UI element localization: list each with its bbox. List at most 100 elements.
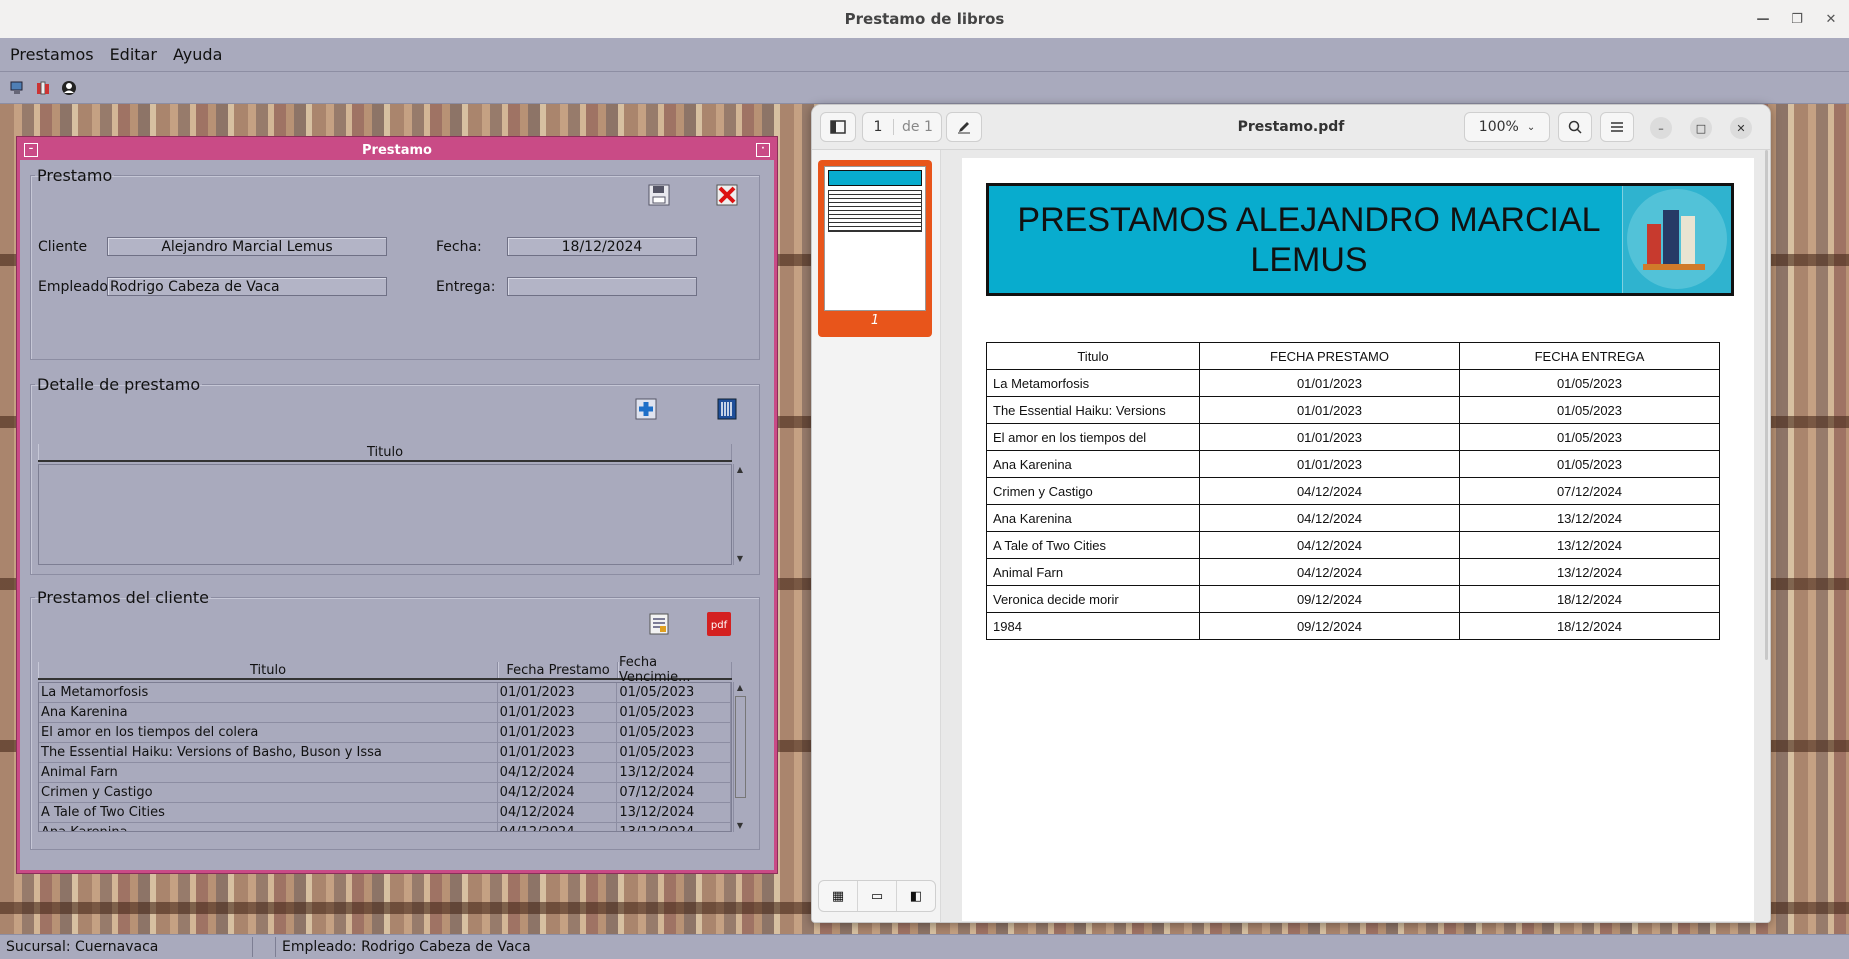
cell-fecha-prestamo: 01/01/2023: [498, 683, 618, 702]
table-row[interactable]: Crimen y Castigo 04/12/2024 07/12/2024: [39, 783, 731, 803]
delete-button[interactable]: [714, 182, 740, 208]
pdf-cell-fecha-entrega: 01/05/2023: [1459, 423, 1720, 451]
cell-titulo: La Metamorfosis: [39, 683, 498, 702]
frame-menu-icon[interactable]: –: [24, 143, 38, 157]
scroll-up-icon[interactable]: ▲: [734, 464, 746, 476]
cell-fecha-prestamo: 04/12/2024: [498, 803, 618, 822]
toolbar: [0, 72, 1849, 104]
pdf-cell-titulo: 1984: [986, 612, 1200, 640]
annotations-view-icon[interactable]: ▭: [858, 881, 897, 911]
remove-book-button[interactable]: [714, 396, 740, 422]
table-row[interactable]: Ana Karenina 01/01/2023 01/05/2023: [39, 703, 731, 723]
zoom-select[interactable]: 100% ⌄: [1464, 112, 1550, 142]
report-button[interactable]: [646, 611, 672, 637]
pdf-cell-fecha-entrega: 01/05/2023: [1459, 369, 1720, 397]
restore-icon[interactable]: ❐: [1787, 9, 1807, 29]
pdf-header-titulo: Titulo: [986, 342, 1200, 370]
page-thumbnail[interactable]: 1: [818, 160, 932, 337]
frame-close-icon[interactable]: ·: [756, 143, 770, 157]
computer-icon[interactable]: [8, 79, 26, 97]
pdf-cell-fecha-prestamo: 04/12/2024: [1199, 477, 1460, 505]
pdf-cell-fecha-entrega: 13/12/2024: [1459, 531, 1720, 559]
frame-titlebar[interactable]: – Prestamo ·: [20, 140, 774, 160]
prestamo-frame: – Prestamo · Prestamo Cliente Alejandro …: [17, 137, 777, 873]
fecha-field[interactable]: 18/12/2024: [507, 237, 697, 256]
maximize-icon[interactable]: □: [1690, 117, 1712, 139]
chevron-down-icon: ⌄: [1526, 121, 1536, 133]
pdf-cell-titulo: La Metamorfosis: [986, 369, 1200, 397]
scroll-up-icon[interactable]: ▲: [734, 682, 746, 694]
cell-fecha-prestamo: 04/12/2024: [498, 763, 618, 782]
close-icon[interactable]: ✕: [1730, 117, 1752, 139]
pdf-thumbnail-sidebar: 1 ▦ ▭ ◧: [812, 150, 941, 922]
menu-editar[interactable]: Editar: [110, 45, 157, 64]
table-row[interactable]: The Essential Haiku: Versions of Basho, …: [39, 743, 731, 763]
pdf-icon-label: pdf: [711, 620, 728, 631]
pdf-cell-fecha-entrega: 13/12/2024: [1459, 504, 1720, 532]
prestamos-table-body[interactable]: La Metamorfosis 01/01/2023 01/05/2023 Ana K…: [38, 682, 732, 832]
menu-ayuda[interactable]: Ayuda: [173, 45, 222, 64]
pdf-scrollbar[interactable]: [1765, 150, 1768, 660]
cell-fecha-vencimiento: 13/12/2024: [617, 763, 731, 782]
table-row[interactable]: El amor en los tiempos del colera 01/01/2…: [39, 723, 731, 743]
fecha-label: Fecha:: [436, 239, 482, 255]
detalle-table-body[interactable]: [38, 464, 732, 565]
cell-titulo: Crimen y Castigo: [39, 783, 498, 802]
books-icon[interactable]: [34, 79, 52, 97]
scroll-thumb[interactable]: [735, 696, 746, 798]
search-button[interactable]: [1558, 112, 1592, 142]
pdf-cell-titulo: Crimen y Castigo: [986, 477, 1200, 505]
add-book-button[interactable]: [633, 396, 659, 422]
window-titlebar: Prestamo de libros — ❐ ✕: [0, 0, 1849, 39]
table-row[interactable]: Ana Karenina04/12/202413/12/2024: [39, 823, 731, 831]
column-titulo[interactable]: Titulo: [38, 662, 498, 678]
table-row[interactable]: Animal Farn 04/12/2024 13/12/2024: [39, 763, 731, 783]
pdf-cell-titulo: The Essential Haiku: Versions: [986, 396, 1200, 424]
cell-fecha-vencimiento: 01/05/2023: [617, 743, 731, 762]
books-logo-icon: [1622, 186, 1731, 293]
cell-fecha-vencimiento: 01/05/2023: [617, 723, 731, 742]
column-fecha-vencimiento[interactable]: Fecha Vencimie...: [618, 655, 732, 685]
cell-titulo: The Essential Haiku: Versions of Basho, …: [39, 743, 498, 762]
cliente-field[interactable]: Alejandro Marcial Lemus: [107, 237, 387, 256]
cell-fecha-prestamo: 01/01/2023: [498, 703, 618, 722]
bookmarks-view-icon[interactable]: ◧: [897, 881, 935, 911]
detalle-scrollbar[interactable]: ▲ ▼: [733, 464, 746, 565]
cell-fecha-vencimiento: 01/05/2023: [617, 683, 731, 702]
detalle-column-titulo[interactable]: Titulo: [38, 444, 732, 460]
scroll-down-icon[interactable]: ▼: [734, 553, 746, 565]
window-title: Prestamo de libros: [844, 10, 1005, 28]
user-icon[interactable]: [60, 79, 78, 97]
cell-fecha-prestamo: 04/12/2024: [498, 783, 618, 802]
prestamos-scrollbar[interactable]: ▲ ▼: [733, 682, 746, 832]
pdf-cell-titulo: A Tale of Two Cities: [986, 531, 1200, 559]
pdf-cell-fecha-prestamo: 01/01/2023: [1199, 423, 1460, 451]
pdf-cell-titulo: Veronica decide morir: [986, 585, 1200, 613]
column-fecha-prestamo[interactable]: Fecha Prestamo: [498, 662, 618, 678]
empleado-field[interactable]: Rodrigo Cabeza de Vaca: [107, 277, 387, 296]
pdf-cell-fecha-prestamo: 01/01/2023: [1199, 450, 1460, 478]
thumbnails-view-icon[interactable]: ▦: [819, 881, 858, 911]
hamburger-menu-button[interactable]: [1600, 112, 1634, 142]
table-row[interactable]: La Metamorfosis 01/01/2023 01/05/2023: [39, 683, 731, 703]
pdf-button[interactable]: pdf: [706, 611, 732, 637]
pdf-cell-titulo: El amor en los tiempos del: [986, 423, 1200, 451]
save-button[interactable]: [646, 182, 672, 208]
pdf-table-row: Crimen y Castigo 04/12/2024 07/12/2024: [986, 477, 1720, 505]
entrega-field[interactable]: [507, 277, 697, 296]
pdf-cell-fecha-prestamo: 01/01/2023: [1199, 369, 1460, 397]
sidebar-view-switcher: ▦ ▭ ◧: [818, 880, 936, 912]
pdf-table-row: The Essential Haiku: Versions 01/01/2023 0…: [986, 396, 1720, 424]
pdf-cell-fecha-entrega: 13/12/2024: [1459, 558, 1720, 586]
table-row[interactable]: A Tale of Two Cities 04/12/2024 13/12/2024: [39, 803, 731, 823]
prestamo-legend: Prestamo: [37, 166, 113, 185]
pdf-table-row: Ana Karenina 04/12/2024 13/12/2024: [986, 504, 1720, 532]
status-empleado: Empleado: Rodrigo Cabeza de Vaca: [282, 939, 531, 955]
minimize-icon[interactable]: –: [1650, 117, 1672, 139]
zoom-value: 100%: [1478, 119, 1519, 135]
cell-fecha-vencimiento: 13/12/2024: [617, 823, 731, 831]
menu-prestamos[interactable]: Prestamos: [10, 45, 94, 64]
minimize-icon[interactable]: —: [1753, 9, 1773, 29]
close-icon[interactable]: ✕: [1821, 9, 1841, 29]
scroll-down-icon[interactable]: ▼: [734, 820, 746, 832]
